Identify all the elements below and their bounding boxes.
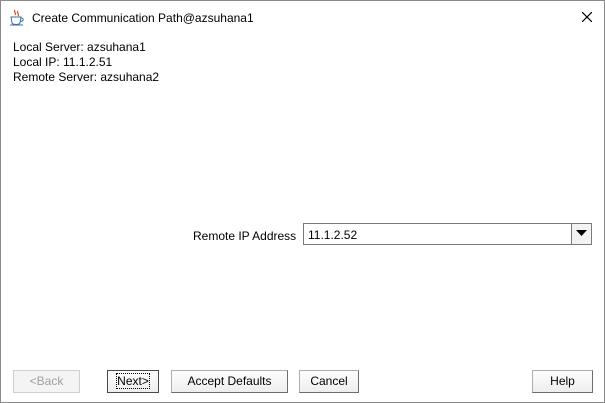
close-icon [582,12,592,22]
local-ip-text: Local IP: 11.1.2.51 [13,55,113,69]
java-coffee-cup-icon [9,9,25,26]
cancel-button[interactable]: Cancel [299,370,359,393]
title-bar[interactable]: Create Communication Path@azsuhana1 [1,1,604,34]
close-button[interactable] [573,5,601,29]
next-button-label: Next> [116,373,150,389]
dialog-window: Create Communication Path@azsuhana1 Loca… [0,0,605,403]
accept-defaults-button[interactable]: Accept Defaults [171,370,288,393]
remote-ip-combobox[interactable]: 11.1.2.52 [303,223,592,245]
remote-ip-value[interactable]: 11.1.2.52 [308,228,357,242]
next-button[interactable]: Next> [107,370,159,393]
window-title: Create Communication Path@azsuhana1 [32,11,254,25]
help-button[interactable]: Help [532,370,593,393]
back-button[interactable]: <Back [13,370,80,393]
remote-server-text: Remote Server: azsuhana2 [13,70,160,84]
remote-ip-dropdown-button[interactable] [571,224,591,244]
triangle-down-icon [576,230,587,236]
remote-ip-label: Remote IP Address [193,229,297,243]
local-server-text: Local Server: azsuhana1 [13,40,146,54]
